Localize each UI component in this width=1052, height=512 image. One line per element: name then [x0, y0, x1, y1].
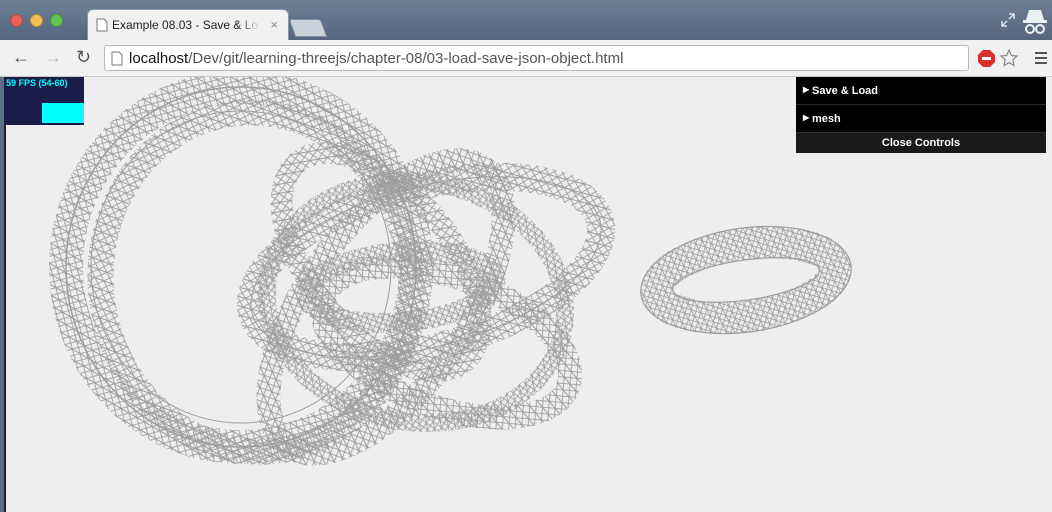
url-host: localhost [129, 50, 189, 67]
zoom-window-icon[interactable] [50, 14, 63, 27]
fullscreen-icon[interactable] [1000, 12, 1016, 28]
tab-title: Example 08.03 - Save & Load [112, 18, 260, 32]
browser-toolbar: ← → ↻ localhost/Dev/git/learning-threejs… [0, 40, 1052, 77]
close-window-icon[interactable] [10, 14, 23, 27]
page-icon [96, 18, 108, 32]
fps-readout: 59 FPS (54-60) [6, 78, 68, 88]
controls-panel: ▶ Save & Load ▶ mesh Close Controls [796, 77, 1046, 153]
new-tab-button[interactable] [288, 19, 328, 37]
back-icon[interactable]: ← [12, 47, 30, 68]
address-bar[interactable]: localhost/Dev/git/learning-threejs/chapt… [104, 45, 969, 71]
minimize-window-icon[interactable] [30, 14, 43, 27]
adblock-icon[interactable] [978, 50, 995, 67]
reload-icon[interactable]: ↻ [76, 47, 91, 68]
window-titlebar: Example 08.03 - Save & Load × [0, 0, 1052, 40]
incognito-icon [1023, 10, 1047, 34]
fps-graph [42, 103, 84, 123]
folder-label: Save & Load [812, 85, 879, 97]
torus-mesh [640, 225, 852, 335]
folder-save-load[interactable]: ▶ Save & Load [796, 77, 1046, 105]
folder-label: mesh [812, 113, 841, 125]
forward-icon[interactable]: → [44, 47, 62, 68]
bookmark-star-icon[interactable] [1000, 49, 1018, 67]
close-controls-button[interactable]: Close Controls [796, 133, 1046, 153]
menu-icon[interactable] [1034, 51, 1048, 65]
torus-knot-mesh [49, 77, 616, 466]
page-icon [111, 51, 123, 66]
fps-stats-panel[interactable]: 59 FPS (54-60) [4, 77, 84, 125]
url-path: /Dev/git/learning-threejs/chapter-08/03-… [188, 50, 624, 67]
tab-close-icon[interactable]: × [270, 17, 278, 32]
folder-mesh[interactable]: ▶ mesh [796, 105, 1046, 133]
triangle-right-icon: ▶ [803, 85, 810, 94]
browser-tab[interactable]: Example 08.03 - Save & Load × [88, 10, 288, 40]
url-text: localhost/Dev/git/learning-threejs/chapt… [129, 50, 623, 67]
triangle-right-icon: ▶ [803, 113, 810, 122]
